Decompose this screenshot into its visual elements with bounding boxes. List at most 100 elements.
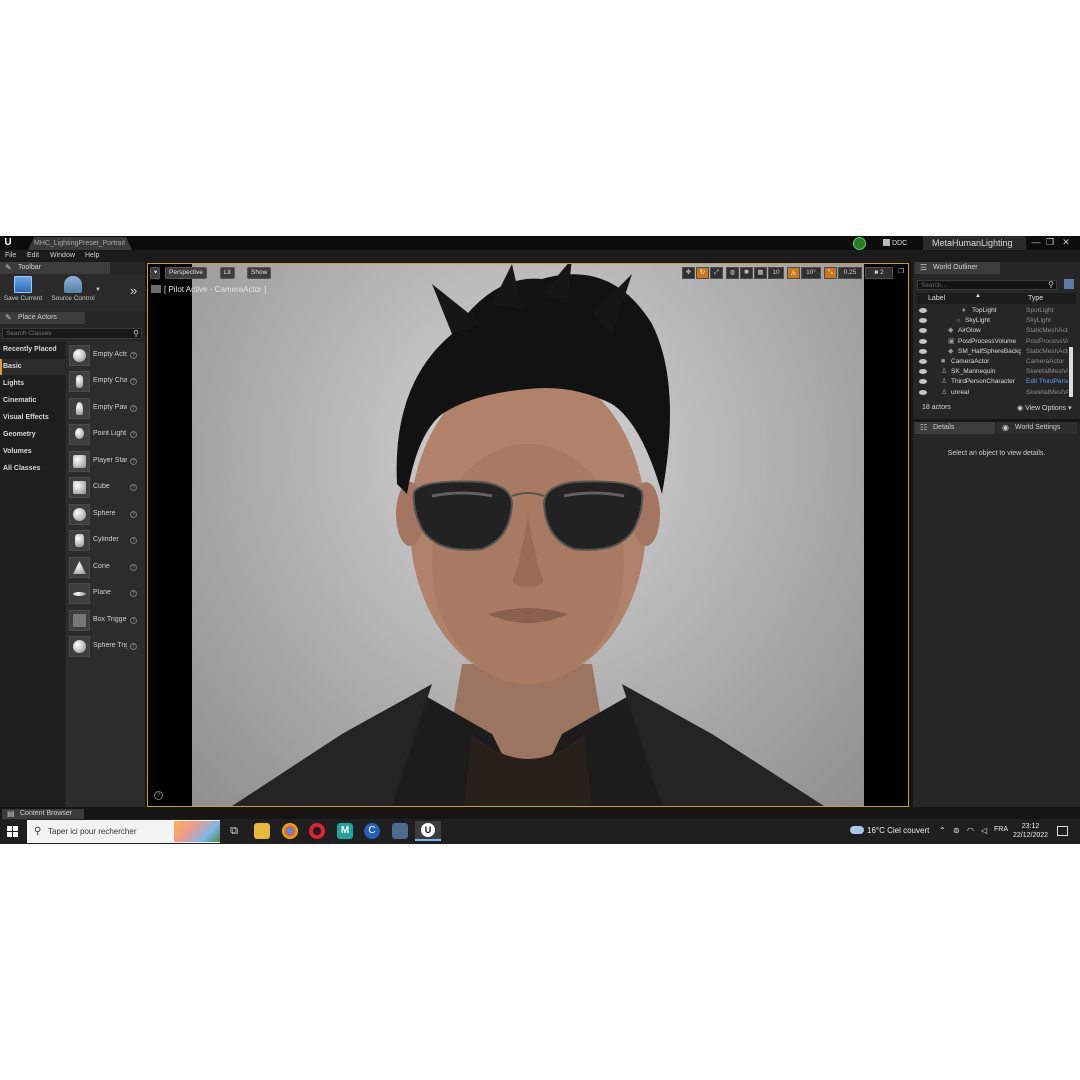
actor-item-cylinder[interactable]: Cylinder? xyxy=(66,527,145,553)
visibility-eye-icon[interactable] xyxy=(919,338,927,344)
viewport-options-button[interactable]: ▾ xyxy=(150,267,160,279)
category-cinematic[interactable]: Cinematic xyxy=(0,393,65,409)
visibility-eye-icon[interactable] xyxy=(919,318,927,324)
minimize-button[interactable]: — xyxy=(1030,237,1042,248)
category-all-classes[interactable]: All Classes xyxy=(0,461,65,477)
help-icon[interactable]: ? xyxy=(130,643,137,650)
calculator-icon[interactable] xyxy=(392,823,408,839)
actor-item-sphere[interactable]: Sphere? xyxy=(66,501,145,527)
rotation-snap-value[interactable]: 10° xyxy=(801,267,821,279)
camera-speed-button[interactable]: ■ 2 xyxy=(865,267,893,279)
actor-item-plane[interactable]: Plane? xyxy=(66,580,145,606)
help-icon[interactable]: ? xyxy=(130,617,137,624)
source-control-button[interactable]: Source Control xyxy=(48,276,98,302)
toolbar-tab[interactable]: ✎ Toolbar xyxy=(0,262,110,274)
chevron-up-icon[interactable]: ⌃ xyxy=(939,826,946,835)
save-current-button[interactable]: Save Current xyxy=(3,276,43,302)
outliner-row[interactable]: ◆ AirGlow StaticMeshActor xyxy=(917,326,1068,336)
document-tab[interactable]: MHC_LightingPreset_Portrait xyxy=(28,237,132,250)
actor-item-point-light[interactable]: Point Light? xyxy=(66,421,145,447)
taskbar-search-input[interactable]: ⚲ Taper ici pour rechercher xyxy=(27,820,220,843)
outliner-row[interactable]: ♙ThirdPersonCharacter Edit ThirdPersonCha… xyxy=(917,377,1068,387)
category-lights[interactable]: Lights xyxy=(0,376,65,392)
visibility-eye-icon[interactable] xyxy=(919,348,927,354)
scale-snap-icon[interactable]: ⤡ xyxy=(824,267,837,279)
scale-snap-value[interactable]: 0,25 xyxy=(838,267,862,279)
rotate-mode-icon[interactable]: ↻ xyxy=(696,267,709,279)
place-actors-tab[interactable]: ✎ Place Actors xyxy=(0,312,85,324)
weather-widget[interactable]: 16°C Ciel couvert xyxy=(850,826,929,835)
help-icon[interactable]: ? xyxy=(130,564,137,571)
level-viewport[interactable]: ▾ Perspective Lit Show [ Pilot Active - … xyxy=(147,263,909,807)
chevron-down-icon[interactable]: ▼ xyxy=(95,287,101,293)
outliner-row[interactable]: ☼ SkyLight SkyLight xyxy=(917,316,1068,326)
grid-snap-value[interactable]: 10 xyxy=(768,267,784,279)
category-geometry[interactable]: Geometry xyxy=(0,427,65,443)
actor-item-sphere-trigger[interactable]: Sphere Trigger? xyxy=(66,633,145,659)
lit-button[interactable]: Lit xyxy=(220,267,235,279)
world-outliner-tab[interactable]: ☰ World Outliner xyxy=(915,262,1000,274)
help-icon[interactable]: ? xyxy=(130,352,137,359)
visibility-eye-icon[interactable] xyxy=(919,389,927,395)
unreal-engine-taskbar-icon[interactable]: U xyxy=(415,821,441,841)
outliner-row[interactable]: ♦ TopLight SpotLight xyxy=(917,306,1068,316)
opera-icon[interactable] xyxy=(309,823,325,839)
ddc-indicator[interactable]: DDC xyxy=(883,238,907,249)
actor-item-box-trigger[interactable]: Box Trigger? xyxy=(66,607,145,633)
task-view-icon[interactable]: ⧉ xyxy=(226,823,242,839)
cinema-app-icon[interactable]: C xyxy=(364,823,380,839)
outliner-row[interactable]: ♙unreal SkeletalMeshActor xyxy=(917,388,1068,398)
language-indicator[interactable]: FRA xyxy=(994,826,1008,833)
network-icon[interactable]: ⊜ xyxy=(953,826,960,835)
maximize-button[interactable]: ❐ xyxy=(1044,237,1056,248)
wifi-icon[interactable]: ◠ xyxy=(967,826,974,835)
search-classes-input[interactable]: Search Classes ⚲ xyxy=(2,328,142,339)
expand-toolbar-icon[interactable]: » xyxy=(130,283,137,298)
rotation-snap-icon[interactable]: ◬ xyxy=(787,267,800,279)
viewport-scene[interactable] xyxy=(192,264,864,806)
menu-window[interactable]: Window xyxy=(50,250,75,262)
outliner-scrollbar[interactable] xyxy=(1069,347,1073,397)
visibility-eye-icon[interactable] xyxy=(919,328,927,334)
visibility-eye-icon[interactable] xyxy=(919,308,927,313)
eject-icon[interactable] xyxy=(151,285,161,293)
help-icon[interactable]: ? xyxy=(130,590,137,597)
category-recently-placed[interactable]: Recently Placed xyxy=(0,342,65,358)
help-icon[interactable]: ? xyxy=(130,537,137,544)
edit-blueprint-link[interactable]: Edit ThirdPersonCharacter xyxy=(1026,377,1068,387)
show-button[interactable]: Show xyxy=(247,267,272,279)
maya-icon[interactable]: M xyxy=(337,823,353,839)
outliner-search-input[interactable]: Search... ⚲ xyxy=(917,280,1057,290)
surface-snap-icon[interactable]: ✺ xyxy=(740,267,753,279)
menu-edit[interactable]: Edit xyxy=(27,250,39,262)
scale-mode-icon[interactable]: ⤢ xyxy=(710,267,723,279)
actor-item-cube[interactable]: Cube? xyxy=(66,474,145,500)
details-tab[interactable]: ☷ Details xyxy=(915,422,995,434)
help-icon[interactable]: ? xyxy=(130,405,137,412)
help-icon[interactable]: ? xyxy=(130,431,137,438)
source-control-status-icon[interactable] xyxy=(853,237,866,250)
outliner-row[interactable]: ■ CameraActor CameraActor xyxy=(917,357,1068,367)
notification-icon[interactable] xyxy=(1057,826,1068,836)
help-icon[interactable]: ? xyxy=(130,458,137,465)
type-column-header[interactable]: Type xyxy=(1028,293,1043,304)
translate-mode-icon[interactable]: ✥ xyxy=(682,267,695,279)
label-column-header[interactable]: Label xyxy=(928,293,945,304)
volume-icon[interactable]: ◁ xyxy=(981,826,987,835)
chrome-icon[interactable] xyxy=(282,823,298,839)
help-icon[interactable]: ? xyxy=(130,484,137,491)
actor-item-cone[interactable]: Cone? xyxy=(66,554,145,580)
world-settings-tab[interactable]: ◉ World Settings xyxy=(997,422,1077,434)
menu-file[interactable]: File xyxy=(5,250,16,262)
content-browser-tab[interactable]: ▤ Content Browser xyxy=(2,809,84,819)
menu-help[interactable]: Help xyxy=(85,250,99,262)
windows-start-icon[interactable] xyxy=(7,826,18,837)
file-explorer-icon[interactable] xyxy=(254,823,270,839)
grid-snap-icon[interactable]: ▦ xyxy=(754,267,767,279)
category-visual-effects[interactable]: Visual Effects xyxy=(0,410,65,426)
close-button[interactable]: ✕ xyxy=(1060,237,1072,248)
visibility-eye-icon[interactable] xyxy=(919,369,927,375)
visibility-eye-icon[interactable] xyxy=(919,379,927,385)
outliner-options-icon[interactable] xyxy=(1064,279,1074,289)
help-icon[interactable]: ? xyxy=(130,378,137,385)
